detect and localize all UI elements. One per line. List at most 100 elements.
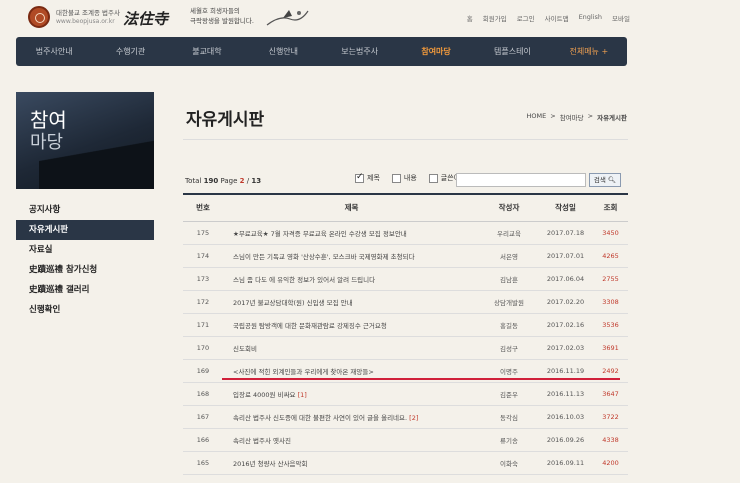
nav-item-all-menu[interactable]: 전체메뉴 + <box>551 37 627 66</box>
row-title-text[interactable]: 입장료 4000원 비싸요 <box>233 391 296 399</box>
table-row[interactable]: 166 속리산 법주사 옛사진 류기송 2016.09.26 4338 <box>183 428 628 452</box>
nav-item-gallery[interactable]: 보는법주사 <box>322 37 398 66</box>
column-header-views: 조회 <box>593 193 628 222</box>
row-title[interactable]: 2017년 불교상담대학(원) 신입생 모집 안내 <box>223 290 480 314</box>
sidebar-item-free-board[interactable]: 자유게시판 <box>16 220 154 240</box>
table-row[interactable]: 165 2016년 청량사 산사음악회 이화숙 2016.09.11 4200 <box>183 451 628 475</box>
row-title[interactable]: 입장료 4000원 비싸요 [1] <box>223 382 480 406</box>
column-header-date: 작성일 <box>538 193 593 222</box>
row-views: 3308 <box>593 290 628 314</box>
row-title[interactable]: 국립공원 탐방객에 대한 문화재관람료 강제징수 근거요청 <box>223 313 480 337</box>
row-title[interactable]: 신도회비 <box>223 336 480 360</box>
search-button-label: 검색 <box>593 176 606 184</box>
nav-item-participation[interactable]: 참여마당 <box>398 37 474 66</box>
row-author: 동각심 <box>480 405 538 429</box>
table-row[interactable]: 173 스님 좀 다도 에 유익한 정보가 있어서 알려 드립니다 김남훈 2017.… <box>183 267 628 291</box>
row-date: 2017.07.18 <box>538 221 593 245</box>
breadcrumb-section[interactable]: 참여마당 <box>560 112 584 122</box>
top-link-english[interactable]: English <box>579 13 602 23</box>
table-row[interactable]: 175 ★무료교육★ 7월 자격증 무료교육 온라인 수강생 모집 정보안내 우리교… <box>183 221 628 245</box>
breadcrumb: HOME > 참여마당 > 자유게시판 <box>527 112 627 122</box>
row-author: 김성구 <box>480 336 538 360</box>
row-title-text[interactable]: 속리산 법주사 옛사진 <box>233 437 291 445</box>
row-number: 166 <box>183 428 223 452</box>
sidebar-item-notice[interactable]: 공지사항 <box>16 200 154 220</box>
row-title-text[interactable]: 2016년 청량사 산사음악회 <box>233 460 308 468</box>
row-date: 2017.06.04 <box>538 267 593 291</box>
row-title-text[interactable]: 신도회비 <box>233 345 257 353</box>
row-title[interactable]: 스님 좀 다도 에 유익한 정보가 있어서 알려 드립니다 <box>223 267 480 291</box>
sidebar-item-faith-check[interactable]: 신행확인 <box>16 300 154 320</box>
nav-item-about[interactable]: 법주사안내 <box>16 37 92 66</box>
search-input[interactable] <box>456 173 586 187</box>
row-title-text[interactable]: 스님 좀 다도 에 유익한 정보가 있어서 알려 드립니다 <box>233 276 375 284</box>
top-link-sitemap[interactable]: 사이트맵 <box>545 13 569 23</box>
total-count: 190 <box>203 177 219 185</box>
nav-item-college[interactable]: 불교대학 <box>169 37 245 66</box>
row-date: 2017.07.01 <box>538 244 593 268</box>
page-label: Page <box>220 177 238 185</box>
nav-item-templestay[interactable]: 템플스테이 <box>474 37 550 66</box>
row-number: 165 <box>183 451 223 475</box>
sidebar-item-archive[interactable]: 자료실 <box>16 240 154 260</box>
page-separator: / <box>246 177 250 185</box>
row-views: 3691 <box>593 336 628 360</box>
logo-subtitle: 대한불교 조계종 법주사 <box>56 9 120 17</box>
row-title[interactable]: 스님이 만든 기독교 영화 '산상수훈', 모스크바 국제영화제 초청되다 <box>223 244 480 268</box>
row-views: 4265 <box>593 244 628 268</box>
top-link-home[interactable]: 홈 <box>467 13 473 23</box>
filter-content-label: 내용 <box>403 174 417 182</box>
table-row[interactable]: 170 신도회비 김성구 2017.02.03 3691 <box>183 336 628 360</box>
nav-item-faith[interactable]: 신행안내 <box>245 37 321 66</box>
table-row[interactable]: 174 스님이 만든 기독교 영화 '산상수훈', 모스크바 국제영화제 초청되다… <box>183 244 628 268</box>
row-author: 김남훈 <box>480 267 538 291</box>
row-title-text[interactable]: 스님이 만든 기독교 영화 '산상수훈', 모스크바 국제영화제 초청되다 <box>233 253 415 261</box>
board-table: 번호 제목 작성자 작성일 조회 175 ★무료교육★ 7월 자격증 무료교육 온… <box>183 193 628 475</box>
page-title: 자유게시판 <box>186 110 265 130</box>
page-total: 13 <box>251 177 262 185</box>
row-title-text[interactable]: <사진에 적힌 외계인들과 우리에게 찾아온 재앙들> <box>233 368 374 376</box>
row-number: 171 <box>183 313 223 337</box>
search-button[interactable]: 검색 🔍︎ <box>589 173 621 187</box>
filter-author-checkbox[interactable] <box>428 173 438 183</box>
row-title-text[interactable]: 2017년 불교상담대학(원) 신입생 모집 안내 <box>233 299 353 307</box>
row-number: 169 <box>183 359 223 383</box>
filter-content-checkbox[interactable] <box>391 173 401 183</box>
column-header-title: 제목 <box>223 193 480 222</box>
row-title[interactable]: 2016년 청량사 산사음악회 <box>223 451 480 475</box>
table-row[interactable]: 172 2017년 불교상담대학(원) 신입생 모집 안내 상담개발원 2017.02… <box>183 290 628 314</box>
breadcrumb-home[interactable]: HOME <box>527 112 547 122</box>
row-number: 175 <box>183 221 223 245</box>
top-link-mobile[interactable]: 모바일 <box>612 13 630 23</box>
row-views: 3450 <box>593 221 628 245</box>
row-author: 김준우 <box>480 382 538 406</box>
row-views: 2755 <box>593 267 628 291</box>
row-author: 이화숙 <box>480 451 538 475</box>
top-link-login[interactable]: 로그인 <box>517 13 535 23</box>
top-link-join[interactable]: 회원가입 <box>483 13 507 23</box>
nav-item-practice[interactable]: 수행기관 <box>92 37 168 66</box>
sidebar-menu: 공지사항 자유게시판 자료실 史蹟巡禮 참가신청 史蹟巡禮 갤러리 신행확인 <box>16 200 154 320</box>
row-views: 4200 <box>593 451 628 475</box>
row-views: 3536 <box>593 313 628 337</box>
column-header-number: 번호 <box>183 193 223 222</box>
row-title-text[interactable]: ★무료교육★ 7월 자격증 무료교육 온라인 수강생 모집 정보안내 <box>233 230 407 238</box>
row-title[interactable]: ★무료교육★ 7월 자격증 무료교육 온라인 수강생 모집 정보안내 <box>223 221 480 245</box>
logo-name[interactable]: 法住寺 <box>123 8 168 29</box>
row-date: 2017.02.16 <box>538 313 593 337</box>
row-title[interactable]: 속리산 법주사 신도증에 대한 불편한 사연이 있어 글을 올리네요. [2] <box>223 405 480 429</box>
table-row[interactable]: 168 입장료 4000원 비싸요 [1] 김준우 2016.11.13 3647 <box>183 382 628 406</box>
total-label: Total <box>185 177 202 185</box>
comment-count-badge: [1] <box>297 390 307 399</box>
filter-title-checkbox[interactable] <box>355 172 364 183</box>
sidebar-item-tour-gallery[interactable]: 史蹟巡禮 갤러리 <box>16 280 154 300</box>
row-title-text[interactable]: 속리산 법주사 신도증에 대한 불편한 사연이 있어 글을 올리네요. <box>233 414 407 422</box>
row-views: 4338 <box>593 428 628 452</box>
row-date: 2016.09.26 <box>538 428 593 452</box>
row-title-text[interactable]: 국립공원 탐방객에 대한 문화재관람료 강제징수 근거요청 <box>233 322 387 330</box>
table-row[interactable]: 171 국립공원 탐방객에 대한 문화재관람료 강제징수 근거요청 홍길동 2017.… <box>183 313 628 337</box>
temple-logo-icon[interactable] <box>28 6 50 28</box>
row-title[interactable]: 속리산 법주사 옛사진 <box>223 428 480 452</box>
sidebar-item-tour-apply[interactable]: 史蹟巡禮 참가신청 <box>16 260 154 280</box>
table-row[interactable]: 167 속리산 법주사 신도증에 대한 불편한 사연이 있어 글을 올리네요. [… <box>183 405 628 429</box>
